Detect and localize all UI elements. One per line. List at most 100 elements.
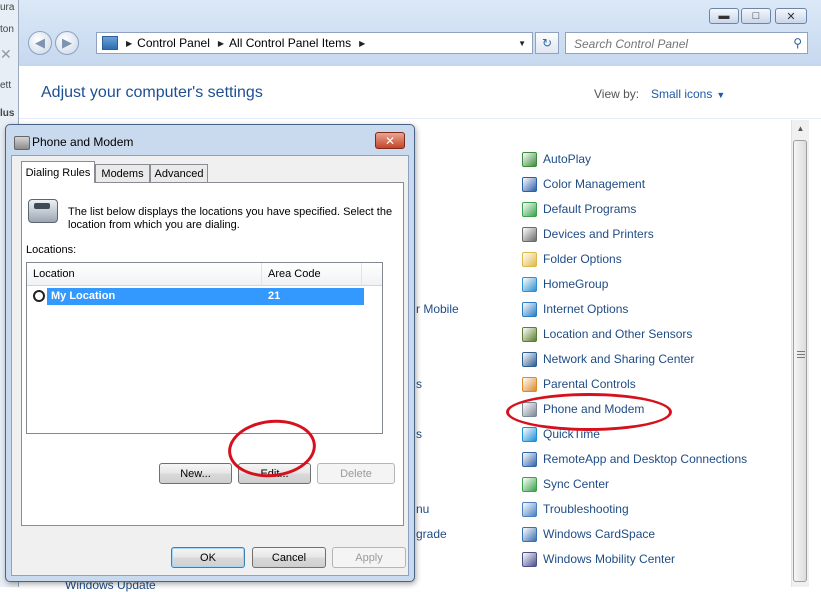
close-button[interactable]: ✕ (775, 8, 807, 24)
list-item-label: Windows CardSpace (543, 527, 656, 541)
list-item-label: Windows Mobility Center (543, 552, 676, 566)
vertical-scrollbar[interactable]: ▲ (791, 120, 809, 587)
locations-label: Locations: (26, 244, 77, 256)
list-item-label: HomeGroup (543, 277, 609, 291)
list-item-label: Location and Other Sensors (543, 327, 693, 341)
background-text-fragment: ura (0, 2, 15, 13)
minimize-button[interactable]: ▬ (709, 8, 739, 24)
list-item-partial[interactable]: grade (416, 527, 447, 541)
location-sensors-icon (522, 326, 537, 342)
list-item-label: Network and Sharing Center (543, 352, 695, 366)
autoplay-icon (522, 151, 537, 167)
grip-icon (797, 351, 805, 358)
tab-advanced[interactable]: Advanced (150, 164, 208, 183)
list-item-sync-center[interactable]: Sync Center (522, 475, 609, 493)
search-icon[interactable]: ⚲ (793, 36, 802, 50)
list-item-autoplay[interactable]: AutoPlay (522, 150, 591, 168)
list-item-label: Folder Options (543, 252, 622, 266)
scroll-up-button[interactable]: ▲ (792, 120, 809, 137)
printer-icon (522, 226, 537, 242)
network-icon (522, 351, 537, 367)
list-item-location-sensors[interactable]: Location and Other Sensors (522, 325, 692, 343)
search-input[interactable] (572, 34, 786, 54)
delete-button: Delete (317, 463, 395, 484)
arrow-right-icon: ▶ (62, 35, 72, 50)
list-header: Location Area Code (27, 263, 382, 286)
cancel-button[interactable]: Cancel (252, 547, 326, 568)
dialog-title: Phone and Modem (32, 135, 134, 149)
folder-icon (522, 251, 537, 267)
description-text: The list below displays the locations yo… (68, 206, 393, 231)
list-item-label: Sync Center (543, 477, 610, 491)
list-item-troubleshooting[interactable]: Troubleshooting (522, 500, 629, 518)
control-panel-icon (102, 36, 118, 50)
internet-options-icon (522, 301, 537, 317)
list-item-label: Devices and Printers (543, 227, 654, 241)
background-text-fragment: lus (0, 108, 15, 119)
list-item-label: Troubleshooting (543, 502, 629, 516)
table-row[interactable]: My Location 21 (47, 288, 364, 305)
list-item-internet-options[interactable]: Internet Options (522, 300, 628, 318)
forward-button[interactable]: ▶ (55, 31, 79, 55)
list-item-network[interactable]: Network and Sharing Center (522, 350, 694, 368)
list-item-label: RemoteApp and Desktop Connections (543, 452, 748, 466)
scrollbar-thumb[interactable] (793, 140, 807, 582)
breadcrumb-separator-icon[interactable]: ▶ (359, 39, 365, 48)
quicktime-icon (522, 426, 537, 442)
new-button[interactable]: New... (159, 463, 232, 484)
homegroup-icon (522, 276, 537, 292)
parental-controls-icon (522, 376, 537, 392)
chevron-down-icon[interactable]: ▼ (716, 90, 725, 100)
breadcrumb-separator-icon[interactable]: ▶ (126, 39, 132, 48)
tab-dialing-rules[interactable]: Dialing Rules (21, 161, 95, 183)
back-button[interactable]: ◀ (28, 31, 52, 55)
list-item-homegroup[interactable]: HomeGroup (522, 275, 608, 293)
refresh-icon: ↻ (541, 36, 553, 50)
list-item-label: AutoPlay (543, 152, 592, 166)
area-code: 21 (268, 290, 281, 302)
color-management-icon (522, 176, 537, 192)
list-item-partial[interactable]: s (416, 427, 422, 441)
breadcrumb-all-items[interactable]: All Control Panel Items (229, 36, 351, 50)
list-item-parental-controls[interactable]: Parental Controls (522, 375, 636, 393)
list-item-partial[interactable]: s (416, 377, 422, 391)
phone-icon (28, 199, 58, 223)
list-item-color-management[interactable]: Color Management (522, 175, 645, 193)
list-item-remoteapp[interactable]: RemoteApp and Desktop Connections (522, 450, 747, 468)
default-location-icon (33, 290, 45, 302)
chevron-down-icon[interactable]: ▼ (518, 39, 526, 48)
column-header-location[interactable]: Location (27, 263, 262, 285)
view-by-value[interactable]: Small icons (651, 87, 712, 101)
maximize-button[interactable]: □ (741, 8, 771, 24)
list-item-label: Parental Controls (543, 377, 636, 391)
apply-button: Apply (332, 547, 406, 568)
close-icon: ✕ (0, 46, 12, 62)
address-bar[interactable]: ▶ Control Panel ▶ All Control Panel Item… (96, 32, 533, 54)
list-item-default-programs[interactable]: Default Programs (522, 200, 636, 218)
ok-button[interactable]: OK (171, 547, 245, 568)
list-item-partial[interactable]: nu (416, 502, 429, 516)
breadcrumb-control-panel[interactable]: Control Panel (137, 36, 210, 50)
list-item-folder[interactable]: Folder Options (522, 250, 622, 268)
list-item-cardspace[interactable]: Windows CardSpace (522, 525, 655, 543)
background-text-fragment: ton (0, 24, 14, 35)
dialog-close-button[interactable]: ✕ (375, 132, 405, 149)
annotation-circle-phone-modem (506, 393, 672, 431)
column-header-filler (362, 263, 382, 285)
view-by-dropdown[interactable]: Small icons ▼ (651, 87, 725, 101)
locations-list[interactable]: Location Area Code My Location 21 (26, 262, 383, 434)
list-item-mobility-center[interactable]: Windows Mobility Center (522, 550, 675, 568)
list-item-printer[interactable]: Devices and Printers (522, 225, 654, 243)
column-header-area-code[interactable]: Area Code (262, 263, 362, 285)
tab-modems[interactable]: Modems (95, 164, 150, 183)
phone-modem-dialog: Phone and Modem ✕ Dialing Rules Modems A… (5, 124, 415, 582)
dialog-body: Dialing Rules Modems Advanced The list b… (11, 155, 409, 576)
background-text-fragment: ett (0, 80, 12, 91)
list-item-partial[interactable]: r Mobile (416, 302, 459, 316)
default-programs-icon (522, 201, 537, 217)
breadcrumb-separator-icon[interactable]: ▶ (218, 39, 224, 48)
list-item-label: Default Programs (543, 202, 637, 216)
cardspace-icon (522, 526, 537, 542)
refresh-button[interactable]: ↻ (535, 32, 559, 54)
search-box[interactable]: ⚲ (565, 32, 808, 54)
